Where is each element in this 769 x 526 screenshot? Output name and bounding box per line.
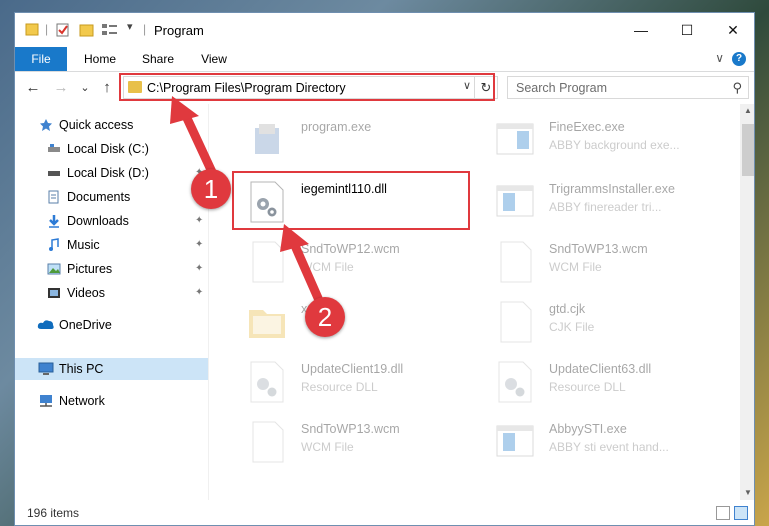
view-options-icon[interactable] <box>101 22 119 38</box>
file-item[interactable]: FineExec.exe ABBY background exe... <box>493 114 733 169</box>
file-item[interactable]: gtd.cjk CJK File <box>493 296 733 351</box>
search-box[interactable]: Search Program ⚲ <box>507 76 749 99</box>
folder-icon <box>249 310 285 338</box>
properties-icon[interactable] <box>55 22 71 38</box>
file-item[interactable]: SndToWP13.wcm WCM File <box>245 416 485 471</box>
pin-icon: ✦ <box>195 287 204 298</box>
recent-locations-button[interactable]: ⌄ <box>75 78 95 98</box>
pin-icon: ✦ <box>195 239 204 250</box>
help-icon[interactable]: ? <box>732 52 746 66</box>
app-window-icon <box>496 185 534 217</box>
pin-icon: ✦ <box>195 263 204 274</box>
file-list: program.exe FineExec.exe ABBY background… <box>225 104 740 500</box>
file-item[interactable]: x64 <box>245 296 485 351</box>
collapse-ribbon-icon[interactable]: ∨ <box>715 51 724 65</box>
step-2-badge: 2 <box>305 297 345 337</box>
file-item[interactable]: UpdateClient63.dll Resource DLL <box>493 356 733 411</box>
item-count: 196 items <box>27 506 80 520</box>
downloads-icon <box>49 215 59 228</box>
up-button[interactable]: ↑ <box>97 78 117 98</box>
large-icons-view-icon[interactable] <box>734 506 748 520</box>
app-window-icon <box>496 123 534 155</box>
file-item[interactable]: SndToWP12.wcm WCM File <box>245 236 485 291</box>
navigation-pane: Quick access Local Disk (C:) ✦ Local Dis… <box>15 104 209 500</box>
blank-file-icon <box>252 241 284 283</box>
sidebar-item-local-disk-d[interactable]: Local Disk (D:) ✦ <box>15 162 208 184</box>
status-bar: 196 items <box>15 500 754 525</box>
sidebar-item-music[interactable]: Music ✦ <box>15 234 208 256</box>
pin-icon: ✦ <box>195 215 204 226</box>
forward-button[interactable]: → <box>51 78 71 98</box>
drive-icon <box>48 171 60 176</box>
customize-toolbar-icon[interactable]: ▾ <box>127 20 133 36</box>
sidebar-item-onedrive[interactable]: OneDrive <box>15 314 208 336</box>
videos-icon <box>48 288 60 298</box>
scroll-up-icon[interactable]: ▲ <box>740 104 754 118</box>
file-item[interactable]: AbbyySTI.exe ABBY sti event hand... <box>493 416 733 471</box>
blank-file-icon <box>252 421 284 463</box>
file-item[interactable]: UpdateClient19.dll Resource DLL <box>245 356 485 411</box>
sidebar-item-documents[interactable]: Documents ✦ <box>15 186 208 208</box>
title-bar: | ▾ | Program — ☐ ✕ <box>15 13 754 47</box>
toolbar-separator: | <box>143 22 147 36</box>
star-icon <box>40 119 52 131</box>
sidebar-item-local-disk-c[interactable]: Local Disk (C:) ✦ <box>15 138 208 160</box>
installer-icon <box>255 124 279 154</box>
computer-icon <box>38 362 54 375</box>
ribbon-tabs: File Home Share View ∨ ? <box>15 47 754 72</box>
file-item[interactable]: TrigrammsInstaller.exe ABBY finereader t… <box>493 176 733 231</box>
tab-file[interactable]: File <box>15 47 67 71</box>
pin-icon: ✦ <box>195 143 204 154</box>
sidebar-item-this-pc[interactable]: This PC <box>15 358 208 380</box>
documents-icon <box>48 190 59 204</box>
search-input[interactable]: Search Program <box>516 81 607 95</box>
sidebar-item-network[interactable]: Network <box>15 390 208 412</box>
sidebar-item-quick-access[interactable]: Quick access <box>15 114 208 136</box>
tab-share[interactable]: Share <box>133 47 183 71</box>
dll-gear-icon <box>498 361 532 403</box>
step-1-badge: 1 <box>191 169 231 209</box>
sidebar-item-videos[interactable]: Videos ✦ <box>15 282 208 304</box>
pictures-icon <box>47 263 61 275</box>
blank-file-icon <box>500 301 532 343</box>
sidebar-item-pictures[interactable]: Pictures ✦ <box>15 258 208 280</box>
file-item[interactable]: program.exe <box>245 114 485 169</box>
back-button[interactable]: ← <box>23 78 43 98</box>
tab-view[interactable]: View <box>191 47 237 71</box>
toolbar-separator: | <box>45 22 49 36</box>
scroll-down-icon[interactable]: ▼ <box>740 486 754 500</box>
network-icon <box>40 395 52 407</box>
scroll-thumb[interactable] <box>742 124 754 176</box>
window-title: Program <box>154 23 204 38</box>
details-view-icon[interactable] <box>716 506 730 520</box>
music-icon <box>49 238 59 251</box>
search-icon[interactable]: ⚲ <box>732 80 742 96</box>
file-item[interactable]: SndToWP13.wcm WCM File <box>493 236 733 291</box>
blank-file-icon <box>500 241 532 283</box>
vertical-scrollbar[interactable]: ▲ ▼ <box>740 104 754 500</box>
file-highlight <box>232 171 470 230</box>
folder-icon <box>25 23 39 36</box>
sidebar-item-downloads[interactable]: Downloads ✦ <box>15 210 208 232</box>
dll-gear-icon <box>250 361 284 403</box>
address-bar-highlight <box>119 73 495 101</box>
close-button[interactable]: ✕ <box>710 13 754 47</box>
drive-icon <box>48 144 60 152</box>
tab-home[interactable]: Home <box>75 47 125 71</box>
new-folder-icon[interactable] <box>79 22 95 38</box>
app-window-icon <box>496 425 534 457</box>
maximize-button[interactable]: ☐ <box>664 13 710 47</box>
minimize-button[interactable]: — <box>618 13 664 47</box>
cloud-icon <box>37 320 54 329</box>
